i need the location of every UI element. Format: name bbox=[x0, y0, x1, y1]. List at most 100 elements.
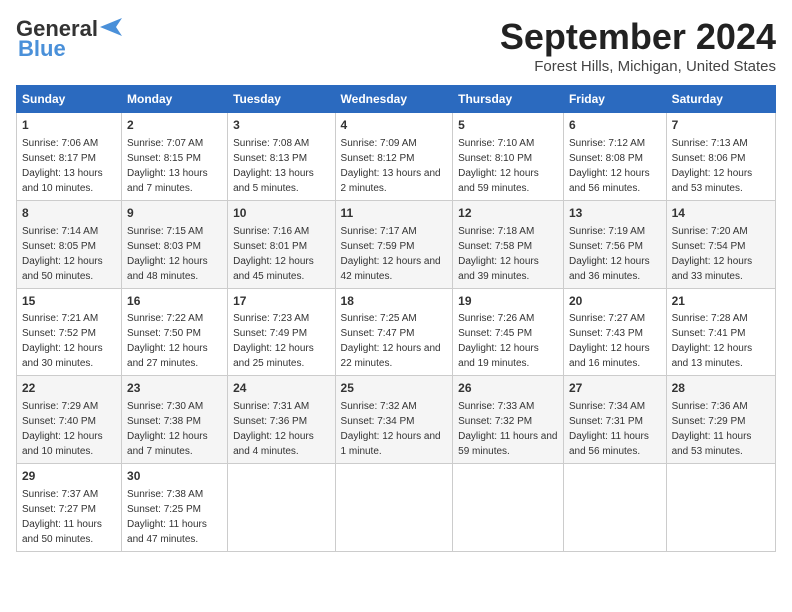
logo: General Blue bbox=[16, 16, 122, 62]
day-info: Sunrise: 7:15 AMSunset: 8:03 PMDaylight:… bbox=[127, 226, 208, 282]
day-info: Sunrise: 7:29 AMSunset: 7:40 PMDaylight:… bbox=[22, 401, 103, 457]
day-info: Sunrise: 7:21 AMSunset: 7:52 PMDaylight:… bbox=[22, 313, 103, 369]
day-info: Sunrise: 7:28 AMSunset: 7:41 PMDaylight:… bbox=[672, 313, 753, 369]
calendar-cell: 8 Sunrise: 7:14 AMSunset: 8:05 PMDaylight… bbox=[17, 200, 122, 288]
page-title: September 2024 bbox=[500, 16, 776, 58]
day-number: 16 bbox=[127, 293, 222, 310]
day-number: 7 bbox=[672, 117, 770, 134]
day-number: 4 bbox=[341, 117, 448, 134]
calendar-cell: 4 Sunrise: 7:09 AMSunset: 8:12 PMDaylight… bbox=[335, 113, 453, 201]
calendar-header: SundayMondayTuesdayWednesdayThursdayFrid… bbox=[17, 86, 776, 113]
calendar-cell: 13Sunrise: 7:19 AMSunset: 7:56 PMDayligh… bbox=[563, 200, 666, 288]
header-wednesday: Wednesday bbox=[335, 86, 453, 113]
day-number: 25 bbox=[341, 380, 448, 397]
day-info: Sunrise: 7:34 AMSunset: 7:31 PMDaylight:… bbox=[569, 401, 649, 457]
page-subtitle: Forest Hills, Michigan, United States bbox=[500, 58, 776, 75]
day-number: 5 bbox=[458, 117, 558, 134]
logo-blue: Blue bbox=[18, 36, 66, 62]
calendar-cell: 26 Sunrise: 7:33 AMSunset: 7:32 PMDayligh… bbox=[453, 376, 564, 464]
day-info: Sunrise: 7:20 AMSunset: 7:54 PMDaylight:… bbox=[672, 226, 753, 282]
day-number: 1 bbox=[22, 117, 116, 134]
calendar-cell: 19 Sunrise: 7:26 AMSunset: 7:45 PMDayligh… bbox=[453, 288, 564, 376]
calendar-cell: 27 Sunrise: 7:34 AMSunset: 7:31 PMDayligh… bbox=[563, 376, 666, 464]
header-friday: Friday bbox=[563, 86, 666, 113]
day-info: Sunrise: 7:14 AMSunset: 8:05 PMDaylight:… bbox=[22, 226, 103, 282]
day-number: 24 bbox=[233, 380, 329, 397]
day-number: 17 bbox=[233, 293, 329, 310]
day-info: Sunrise: 7:22 AMSunset: 7:50 PMDaylight:… bbox=[127, 313, 208, 369]
day-number: 6 bbox=[569, 117, 661, 134]
week-row-1: 1 Sunrise: 7:06 AMSunset: 8:17 PMDaylight… bbox=[17, 113, 776, 201]
day-number: 20 bbox=[569, 293, 661, 310]
week-row-4: 22 Sunrise: 7:29 AMSunset: 7:40 PMDayligh… bbox=[17, 376, 776, 464]
calendar-cell: 10 Sunrise: 7:16 AMSunset: 8:01 PMDayligh… bbox=[228, 200, 335, 288]
day-info: Sunrise: 7:32 AMSunset: 7:34 PMDaylight:… bbox=[341, 401, 441, 457]
day-info: Sunrise: 7:18 AMSunset: 7:58 PMDaylight:… bbox=[458, 226, 539, 282]
day-info: Sunrise: 7:06 AMSunset: 8:17 PMDaylight:… bbox=[22, 138, 103, 194]
day-info: Sunrise: 7:36 AMSunset: 7:29 PMDaylight:… bbox=[672, 401, 752, 457]
calendar-cell: 3 Sunrise: 7:08 AMSunset: 8:13 PMDaylight… bbox=[228, 113, 335, 201]
calendar-cell: 28Sunrise: 7:36 AMSunset: 7:29 PMDayligh… bbox=[666, 376, 775, 464]
day-info: Sunrise: 7:12 AMSunset: 8:08 PMDaylight:… bbox=[569, 138, 650, 194]
day-number: 8 bbox=[22, 205, 116, 222]
calendar-cell: 5 Sunrise: 7:10 AMSunset: 8:10 PMDaylight… bbox=[453, 113, 564, 201]
week-row-3: 15 Sunrise: 7:21 AMSunset: 7:52 PMDayligh… bbox=[17, 288, 776, 376]
day-info: Sunrise: 7:10 AMSunset: 8:10 PMDaylight:… bbox=[458, 138, 539, 194]
calendar-cell: 15 Sunrise: 7:21 AMSunset: 7:52 PMDayligh… bbox=[17, 288, 122, 376]
day-info: Sunrise: 7:26 AMSunset: 7:45 PMDaylight:… bbox=[458, 313, 539, 369]
day-info: Sunrise: 7:31 AMSunset: 7:36 PMDaylight:… bbox=[233, 401, 314, 457]
day-info: Sunrise: 7:25 AMSunset: 7:47 PMDaylight:… bbox=[341, 313, 441, 369]
day-number: 15 bbox=[22, 293, 116, 310]
calendar-table: SundayMondayTuesdayWednesdayThursdayFrid… bbox=[16, 85, 776, 552]
day-info: Sunrise: 7:33 AMSunset: 7:32 PMDaylight:… bbox=[458, 401, 557, 457]
day-number: 3 bbox=[233, 117, 329, 134]
page-header: General Blue September 2024 Forest Hills… bbox=[16, 16, 776, 75]
day-number: 18 bbox=[341, 293, 448, 310]
day-number: 12 bbox=[458, 205, 558, 222]
logo-bird-icon bbox=[100, 18, 122, 36]
day-number: 30 bbox=[127, 468, 222, 485]
day-number: 23 bbox=[127, 380, 222, 397]
header-monday: Monday bbox=[122, 86, 228, 113]
day-number: 27 bbox=[569, 380, 661, 397]
day-info: Sunrise: 7:08 AMSunset: 8:13 PMDaylight:… bbox=[233, 138, 314, 194]
day-info: Sunrise: 7:13 AMSunset: 8:06 PMDaylight:… bbox=[672, 138, 753, 194]
header-row: SundayMondayTuesdayWednesdayThursdayFrid… bbox=[17, 86, 776, 113]
day-number: 26 bbox=[458, 380, 558, 397]
calendar-cell: 18 Sunrise: 7:25 AMSunset: 7:47 PMDayligh… bbox=[335, 288, 453, 376]
calendar-cell: 9 Sunrise: 7:15 AMSunset: 8:03 PMDaylight… bbox=[122, 200, 228, 288]
calendar-cell: 24 Sunrise: 7:31 AMSunset: 7:36 PMDayligh… bbox=[228, 376, 335, 464]
calendar-cell: 17 Sunrise: 7:23 AMSunset: 7:49 PMDayligh… bbox=[228, 288, 335, 376]
calendar-cell: 22 Sunrise: 7:29 AMSunset: 7:40 PMDayligh… bbox=[17, 376, 122, 464]
day-info: Sunrise: 7:16 AMSunset: 8:01 PMDaylight:… bbox=[233, 226, 314, 282]
day-number: 2 bbox=[127, 117, 222, 134]
calendar-cell: 6 Sunrise: 7:12 AMSunset: 8:08 PMDaylight… bbox=[563, 113, 666, 201]
calendar-cell: 11Sunrise: 7:17 AMSunset: 7:59 PMDayligh… bbox=[335, 200, 453, 288]
day-number: 21 bbox=[672, 293, 770, 310]
calendar-cell: 14Sunrise: 7:20 AMSunset: 7:54 PMDayligh… bbox=[666, 200, 775, 288]
header-sunday: Sunday bbox=[17, 86, 122, 113]
header-tuesday: Tuesday bbox=[228, 86, 335, 113]
header-thursday: Thursday bbox=[453, 86, 564, 113]
day-number: 19 bbox=[458, 293, 558, 310]
calendar-cell: 16 Sunrise: 7:22 AMSunset: 7:50 PMDayligh… bbox=[122, 288, 228, 376]
calendar-cell: 25 Sunrise: 7:32 AMSunset: 7:34 PMDayligh… bbox=[335, 376, 453, 464]
calendar-cell bbox=[335, 464, 453, 552]
title-block: September 2024 Forest Hills, Michigan, U… bbox=[500, 16, 776, 75]
day-info: Sunrise: 7:23 AMSunset: 7:49 PMDaylight:… bbox=[233, 313, 314, 369]
day-number: 9 bbox=[127, 205, 222, 222]
calendar-cell: 29 Sunrise: 7:37 AMSunset: 7:27 PMDayligh… bbox=[17, 464, 122, 552]
day-number: 29 bbox=[22, 468, 116, 485]
day-number: 11 bbox=[341, 205, 448, 222]
day-info: Sunrise: 7:07 AMSunset: 8:15 PMDaylight:… bbox=[127, 138, 208, 194]
day-info: Sunrise: 7:38 AMSunset: 7:25 PMDaylight:… bbox=[127, 489, 207, 545]
day-info: Sunrise: 7:09 AMSunset: 8:12 PMDaylight:… bbox=[341, 138, 441, 194]
day-number: 10 bbox=[233, 205, 329, 222]
header-saturday: Saturday bbox=[666, 86, 775, 113]
day-info: Sunrise: 7:37 AMSunset: 7:27 PMDaylight:… bbox=[22, 489, 102, 545]
calendar-cell bbox=[666, 464, 775, 552]
calendar-body: 1 Sunrise: 7:06 AMSunset: 8:17 PMDaylight… bbox=[17, 113, 776, 552]
calendar-cell: 2 Sunrise: 7:07 AMSunset: 8:15 PMDaylight… bbox=[122, 113, 228, 201]
day-number: 22 bbox=[22, 380, 116, 397]
calendar-cell bbox=[453, 464, 564, 552]
